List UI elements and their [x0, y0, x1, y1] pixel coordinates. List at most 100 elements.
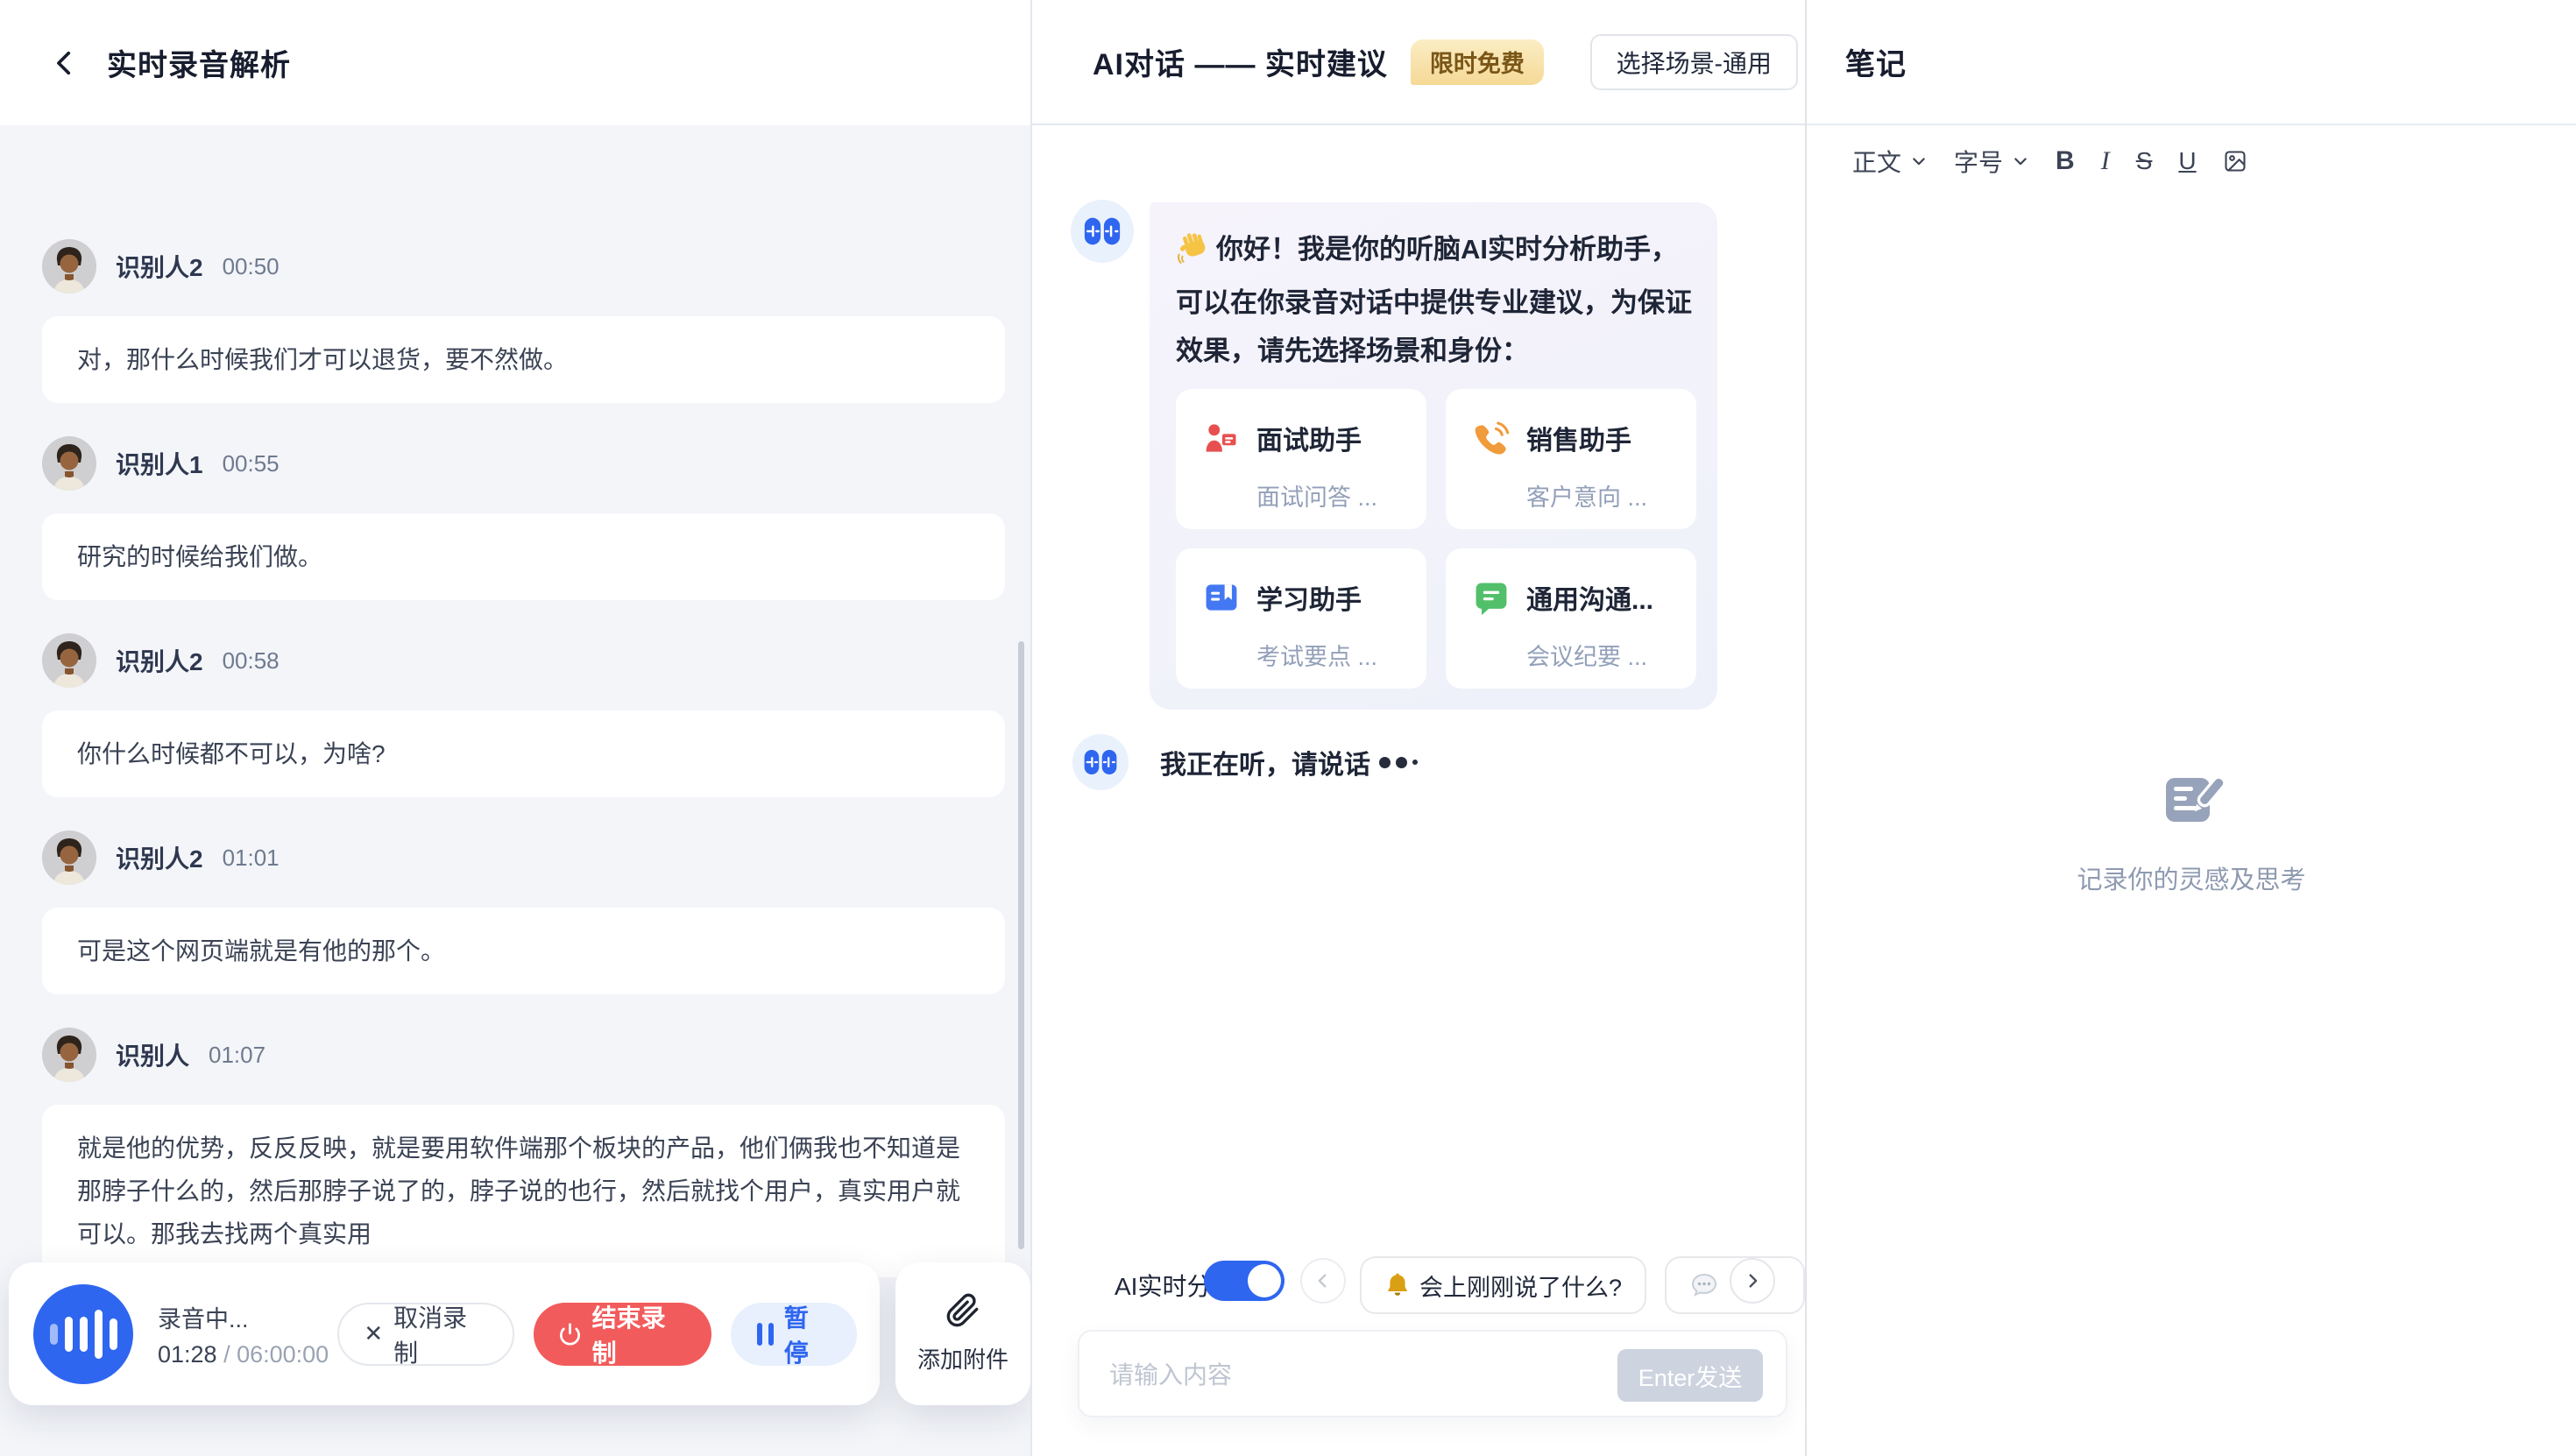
transcript-bubble: 研究的时候给我们做。 — [42, 513, 1005, 600]
notes-empty-text: 记录你的灵感及思考 — [1807, 859, 2576, 896]
recording-waveform-icon[interactable] — [33, 1284, 133, 1384]
previous-suggestion-button[interactable] — [1300, 1258, 1346, 1304]
speech-balloon-icon — [1689, 1270, 1719, 1300]
notes-panel: 笔记 正文 字号 B I S U 记录你的灵感及思考 — [1805, 0, 2576, 1456]
add-attachment-button[interactable]: 添加附件 — [895, 1262, 1030, 1405]
ai-chat-header: AI对话 —— 实时建议 限时免费 选择场景-通用 — [1032, 0, 1805, 125]
transcript-bubble: 对，那什么时候我们才可以退货，要不然做。 — [42, 316, 1005, 403]
scene-card-study[interactable]: 学习助手 考试要点 ... — [1176, 548, 1426, 689]
transcript-bubble: 就是他的优势，反反反映，就是要用软件端那个板块的产品，他们俩我也不知道是那脖子什… — [42, 1105, 1005, 1277]
chevron-left-icon — [50, 48, 80, 78]
ai-listening-message: 我正在听，请说话 — [1160, 743, 1418, 781]
chevron-down-icon — [1910, 152, 1928, 170]
ai-chat-title: AI对话 —— 实时建议 — [1093, 40, 1388, 83]
power-icon — [558, 1322, 582, 1346]
notes-title: 笔记 — [1845, 40, 1907, 83]
speaker-avatar — [42, 239, 96, 293]
scene-card-subtitle: 考试要点 ... — [1256, 638, 1418, 672]
recording-status: 录音中... — [158, 1300, 337, 1334]
speaker-avatar — [42, 830, 96, 885]
send-button[interactable]: Enter发送 — [1617, 1349, 1763, 1402]
ai-greeting-bubble: 你好！我是你的听脑AI实时分析助手，可以在你录音对话中提供专业建议，为保证效果，… — [1150, 202, 1717, 710]
pause-recording-button[interactable]: 暂停 — [731, 1303, 857, 1366]
analysis-toolbar: AI实时分析 会上刚刚说了什么? — [1032, 1256, 1805, 1319]
speaker-avatar — [42, 436, 96, 491]
speaker-avatar — [42, 633, 96, 688]
quick-question-pill[interactable]: 会上刚刚说了什么? — [1360, 1256, 1646, 1314]
speaker-row: 识别人1 00:55 — [42, 436, 1005, 491]
realtime-analysis-toggle[interactable] — [1204, 1261, 1284, 1301]
notes-header: 笔记 — [1807, 0, 2576, 125]
paragraph-style-select[interactable]: 正文 — [1845, 138, 1935, 184]
speaker-name: 识别人2 — [116, 840, 203, 875]
interview-assistant-icon — [1202, 419, 1241, 457]
ai-greeting-text: 你好！我是你的听脑AI实时分析助手，可以在你录音对话中提供专业建议，为保证效果，… — [1176, 225, 1696, 375]
scene-card-title: 学习助手 — [1256, 578, 1362, 617]
recording-panel: 实时录音解析 识别人2 00:50 对，那什么时候我们才可以退货，要不然做。 识… — [0, 0, 1030, 1456]
transcript-entry: 识别人2 00:50 对，那什么时候我们才可以退货，要不然做。 — [42, 239, 1005, 403]
waving-hand-icon — [1176, 230, 1209, 279]
transcript-bubble: 可是这个网页端就是有他的那个。 — [42, 908, 1005, 994]
note-pen-icon — [2157, 771, 2226, 832]
timestamp: 00:55 — [223, 450, 280, 477]
speaker-name: 识别人 — [116, 1037, 189, 1072]
cancel-recording-button[interactable]: ✕ 取消录制 — [337, 1303, 513, 1366]
chevron-right-icon — [1743, 1271, 1762, 1290]
stop-recording-button[interactable]: 结束录制 — [534, 1303, 711, 1366]
ai-avatar — [1071, 200, 1134, 263]
transcript-scrollbar[interactable] — [1018, 641, 1024, 1249]
pause-icon — [757, 1323, 774, 1346]
scene-card-grid: 面试助手 面试问答 ... 销售助手 客户意向 ... — [1176, 389, 1696, 689]
chevron-left-icon — [1313, 1271, 1333, 1290]
image-icon — [2223, 149, 2247, 173]
speaker-avatar — [42, 1028, 96, 1082]
bell-icon — [1384, 1272, 1411, 1298]
notes-empty-state: 记录你的灵感及思考 — [1807, 771, 2576, 896]
speaker-name: 识别人2 — [116, 643, 203, 678]
transcript-entry: 识别人2 00:58 你什么时候都不可以，为啥? — [42, 633, 1005, 797]
scene-card-title: 销售助手 — [1526, 419, 1631, 457]
back-button[interactable] — [46, 44, 84, 82]
speaker-name: 识别人1 — [116, 446, 203, 481]
general-communication-icon — [1472, 578, 1511, 617]
scene-card-sales[interactable]: 销售助手 客户意向 ... — [1446, 389, 1696, 529]
transcript-list[interactable]: 识别人2 00:50 对，那什么时候我们才可以退货，要不然做。 识别人1 00:… — [0, 125, 1030, 1456]
font-size-select[interactable]: 字号 — [1947, 138, 2036, 184]
total-time: 06:00:00 — [237, 1341, 329, 1368]
ai-chat-panel: AI对话 —— 实时建议 限时免费 选择场景-通用 你好！我是你的听脑AI实时分… — [1030, 0, 1805, 1456]
scene-card-subtitle: 面试问答 ... — [1256, 478, 1418, 512]
chat-input-card: Enter发送 — [1078, 1330, 1787, 1417]
strikethrough-button[interactable]: S — [2129, 142, 2160, 180]
scene-card-general[interactable]: 通用沟通... 会议纪要 ... — [1446, 548, 1696, 689]
scene-select-button[interactable]: 选择场景-通用 — [1590, 34, 1798, 90]
bold-button[interactable]: B — [2049, 141, 2082, 181]
free-badge: 限时免费 — [1411, 39, 1544, 85]
insert-image-button[interactable] — [2216, 144, 2254, 179]
recording-timer: 01:28 / 06:00:00 — [158, 1341, 337, 1368]
recorder-info: 录音中... 01:28 / 06:00:00 — [158, 1300, 337, 1368]
recording-header: 实时录音解析 — [0, 0, 1030, 125]
italic-button[interactable]: I — [2094, 141, 2117, 181]
speaker-row: 识别人2 00:50 — [42, 239, 1005, 293]
underline-button[interactable]: U — [2171, 142, 2203, 180]
ai-avatar — [1072, 734, 1129, 790]
speaker-row: 识别人2 01:01 — [42, 830, 1005, 885]
timestamp: 01:01 — [223, 845, 280, 872]
transcript-entry: 识别人2 01:01 可是这个网页端就是有他的那个。 — [42, 830, 1005, 994]
transcript-bubble: 你什么时候都不可以，为啥? — [42, 710, 1005, 797]
paperclip-icon — [945, 1293, 980, 1328]
recorder-bar: 录音中... 01:28 / 06:00:00 ✕ 取消录制 结束录制 暂停 — [9, 1262, 880, 1405]
attachment-label: 添加附件 — [917, 1342, 1008, 1375]
page-title: 实时录音解析 — [107, 41, 291, 84]
close-icon: ✕ — [364, 1320, 383, 1347]
transcript-entry: 识别人 01:07 就是他的优势，反反反映，就是要用软件端那个板块的产品，他们俩… — [42, 1028, 1005, 1277]
next-suggestion-button[interactable] — [1730, 1258, 1775, 1304]
elapsed-time: 01:28 — [158, 1341, 217, 1368]
study-assistant-icon — [1202, 578, 1241, 617]
speaker-name: 识别人2 — [116, 249, 203, 284]
timestamp: 01:07 — [209, 1042, 265, 1069]
scene-card-interview[interactable]: 面试助手 面试问答 ... — [1176, 389, 1426, 529]
chat-input[interactable] — [1109, 1332, 1582, 1419]
timestamp: 00:58 — [223, 647, 280, 675]
brain-logo-icon — [1082, 211, 1122, 251]
